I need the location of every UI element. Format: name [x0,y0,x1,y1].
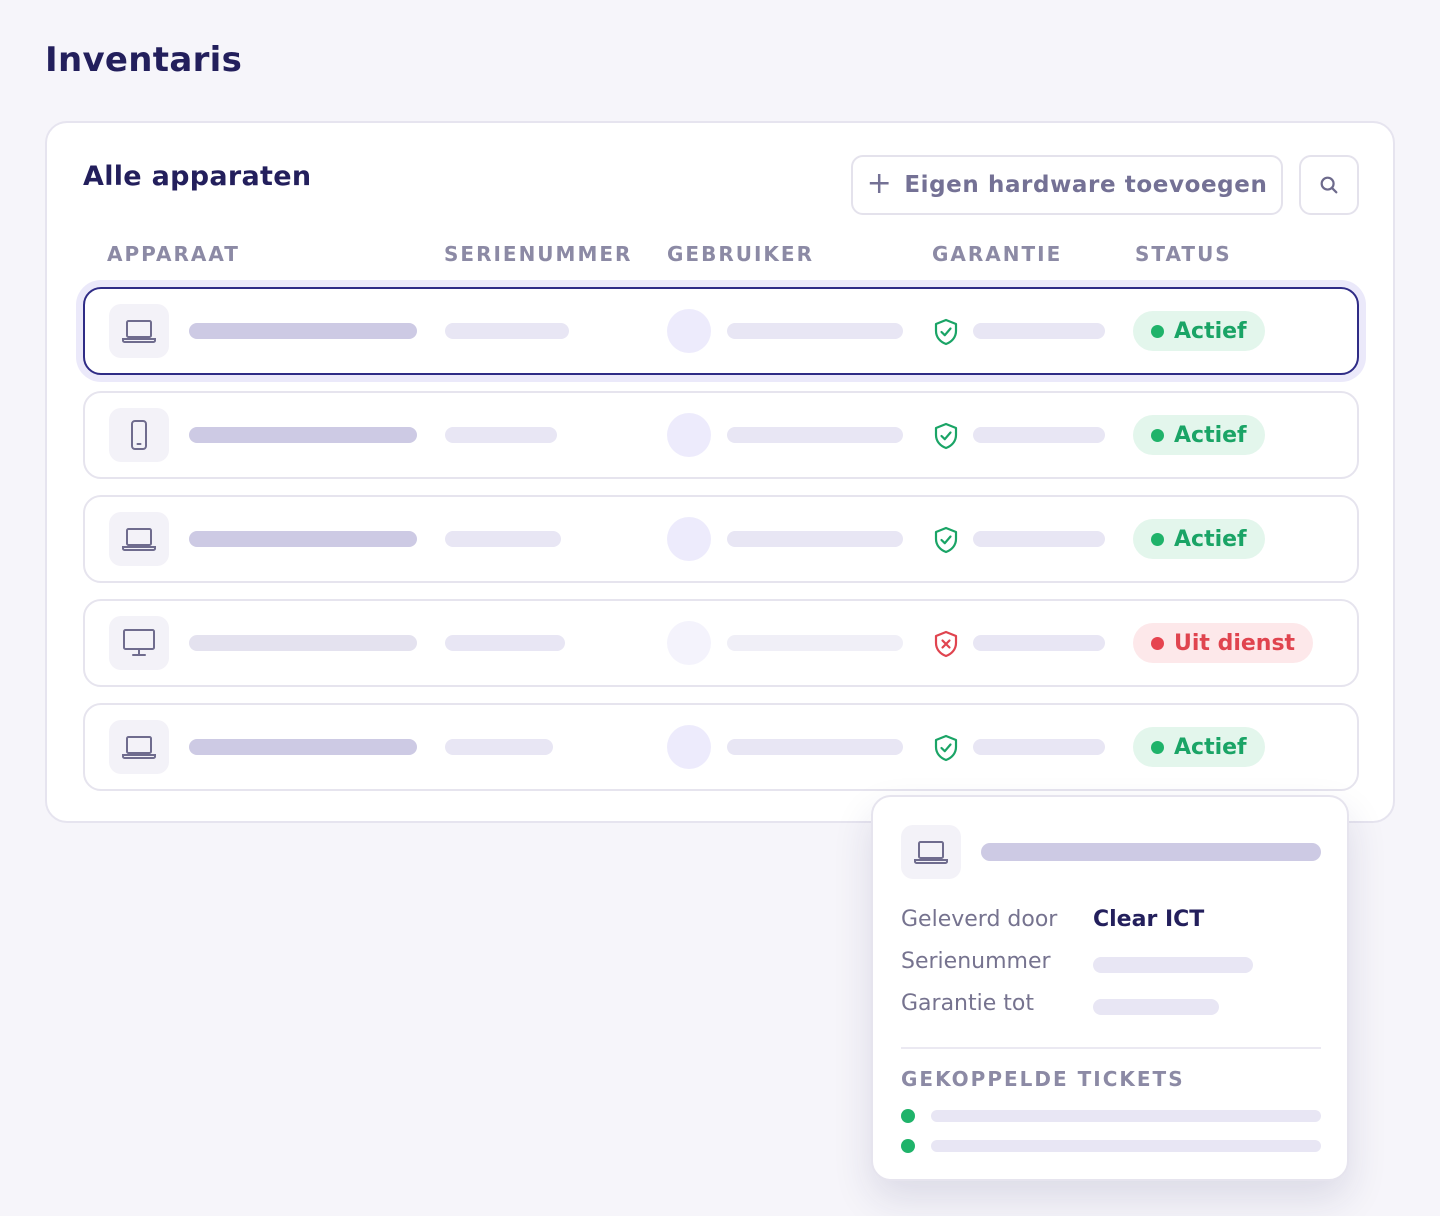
status-badge: Actief [1133,519,1265,559]
table-row[interactable]: Actief [83,495,1359,583]
ticket-placeholder[interactable] [931,1140,1321,1152]
status-label: Uit dienst [1174,630,1296,656]
status-dot [1151,636,1164,650]
status-label: Actief [1174,526,1247,552]
warranty-date-placeholder [973,739,1105,755]
warranty-date-placeholder [973,323,1105,339]
avatar [667,309,711,353]
add-hardware-label: Eigen hardware toevoegen [904,172,1268,198]
shield-check-icon [934,734,958,762]
status-dot [1151,428,1164,442]
laptop-icon [109,512,169,566]
laptop-icon [109,720,169,774]
shield-check-icon [934,422,958,450]
avatar [667,621,711,665]
table-row[interactable]: Uit dienst [83,599,1359,687]
warranty-date-placeholder [973,635,1105,651]
column-header-status[interactable]: STATUS [1135,242,1232,266]
table-row[interactable]: Actief [83,391,1359,479]
monitor-icon [109,616,169,670]
card-title: Alle apparaten [83,161,312,192]
shield-x-icon [934,630,958,658]
status-label: Actief [1174,318,1247,344]
laptop-icon [109,304,169,358]
user-name-placeholder [727,635,903,651]
status-badge: Uit dienst [1133,623,1314,663]
user-name-placeholder [727,427,903,443]
serial-placeholder [445,427,557,443]
column-header-garantie[interactable]: GARANTIE [932,242,1062,266]
warranty-value-placeholder [1093,999,1219,1015]
laptop-icon [901,825,961,879]
shield-check-icon [934,318,958,346]
user-name-placeholder [727,531,903,547]
device-name-placeholder [189,739,417,755]
linked-tickets-heading: GEKOPPELDE TICKETS [901,1067,1185,1091]
device-name-placeholder [189,323,417,339]
device-name-placeholder [981,843,1321,861]
status-label: Actief [1174,422,1247,448]
shield-check-icon [934,526,958,554]
add-hardware-button[interactable]: + Eigen hardware toevoegen [851,155,1283,215]
status-dot [1151,324,1164,338]
ticket-status-dot [901,1109,915,1123]
avatar [667,517,711,561]
warranty-date-placeholder [973,531,1105,547]
serial-placeholder [445,323,569,339]
devices-card: Alle apparaten + Eigen hardware toevoege… [45,121,1395,823]
serial-value-placeholder [1093,957,1253,973]
page-title: Inventaris [45,40,243,80]
ticket-status-dot [901,1139,915,1153]
serial-placeholder [445,739,553,755]
table-row[interactable]: Actief [83,703,1359,791]
ticket-placeholder[interactable] [931,1110,1321,1122]
device-name-placeholder [189,635,417,651]
avatar [667,413,711,457]
status-badge: Actief [1133,727,1265,767]
status-label: Actief [1174,734,1247,760]
plus-icon: + [866,165,893,201]
device-name-placeholder [189,531,417,547]
divider [901,1047,1321,1049]
column-header-apparaat[interactable]: APPARAAT [107,242,240,266]
status-dot [1151,532,1164,546]
user-name-placeholder [727,323,903,339]
serial-placeholder [445,635,565,651]
supplier-value: Clear ICT [1093,907,1205,932]
status-badge: Actief [1133,311,1265,351]
status-dot [1151,740,1164,754]
supplier-label: Geleverd door [901,907,1058,932]
table-row[interactable]: Actief [83,287,1359,375]
device-detail-popover: Geleverd door Clear ICT Serienummer Gara… [871,795,1349,1181]
phone-icon [109,408,169,462]
status-badge: Actief [1133,415,1265,455]
column-header-serienummer[interactable]: SERIENUMMER [444,242,632,266]
serial-label: Serienummer [901,949,1051,974]
device-name-placeholder [189,427,417,443]
search-icon [1320,176,1338,194]
search-button[interactable] [1299,155,1359,215]
warranty-label: Garantie tot [901,991,1034,1016]
user-name-placeholder [727,739,903,755]
serial-placeholder [445,531,561,547]
warranty-date-placeholder [973,427,1105,443]
column-header-gebruiker[interactable]: GEBRUIKER [667,242,814,266]
avatar [667,725,711,769]
